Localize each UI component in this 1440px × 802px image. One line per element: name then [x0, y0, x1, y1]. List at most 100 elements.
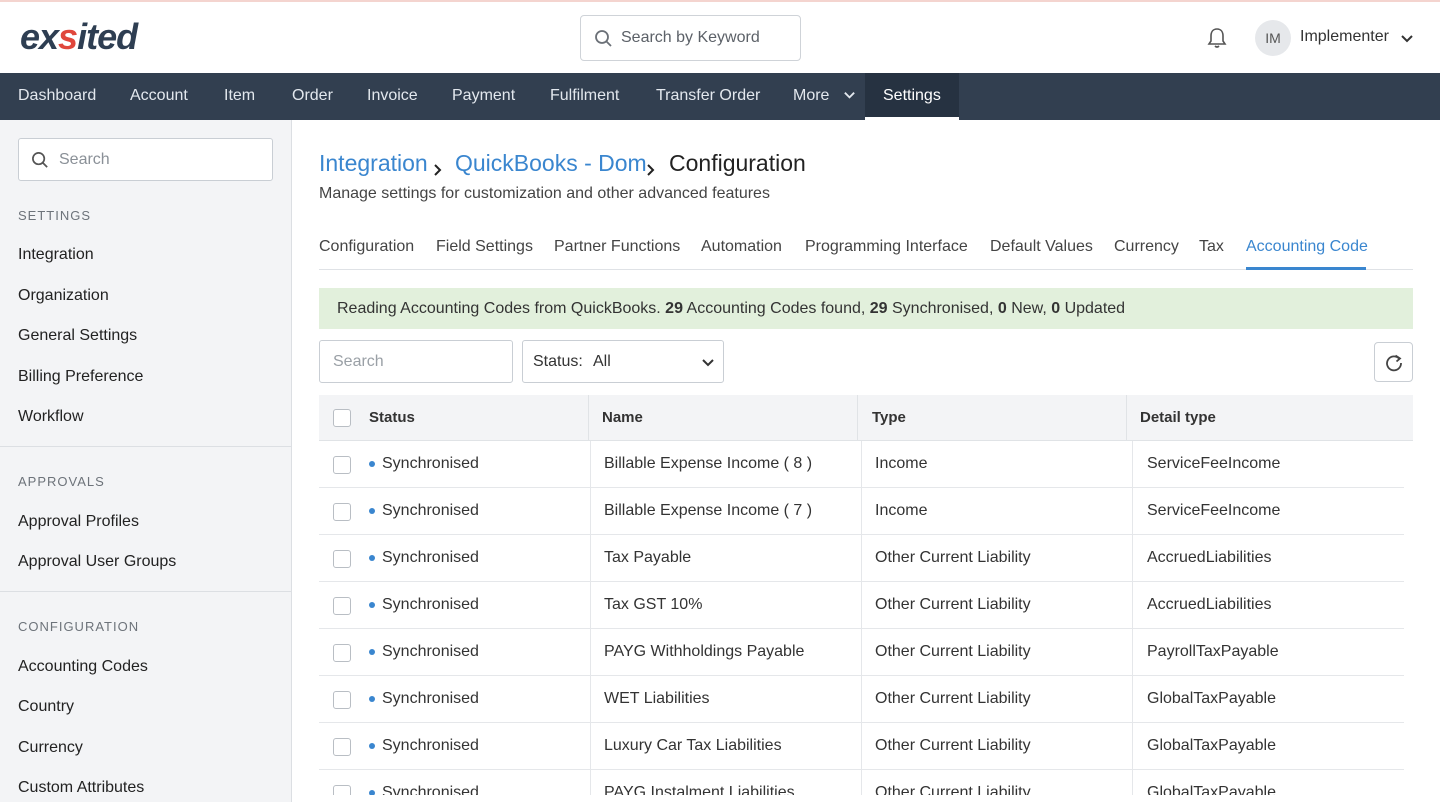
column-header-status[interactable]: Status [369, 409, 415, 426]
nav-item[interactable]: Item [224, 73, 255, 120]
column-divider [861, 676, 862, 723]
cell-type: Other Current Liability [875, 596, 1031, 613]
table-search-input[interactable] [333, 351, 503, 373]
status-filter-label: Status: [533, 353, 583, 370]
refresh-button[interactable] [1374, 342, 1413, 382]
breadcrumb-quickbooks[interactable]: QuickBooks - Dom [455, 150, 647, 177]
status-filter-select[interactable]: Status: All [522, 340, 724, 383]
tab-default-values[interactable]: Default Values [990, 238, 1093, 256]
chevron-down-icon[interactable] [1400, 32, 1414, 51]
row-checkbox[interactable] [333, 503, 351, 521]
sidebar-item-billing-preference[interactable]: Billing Preference [18, 368, 143, 386]
row-checkbox[interactable] [333, 644, 351, 662]
sidebar-item-approval-user-groups[interactable]: Approval User Groups [18, 553, 176, 571]
sidebar-item-country[interactable]: Country [18, 698, 74, 716]
tab-currency[interactable]: Currency [1114, 238, 1179, 256]
nav-fulfilment[interactable]: Fulfilment [550, 73, 619, 120]
logo[interactable]: exsited [20, 16, 138, 58]
cell-type: Other Current Liability [875, 737, 1031, 754]
sidebar-heading-configuration: CONFIGURATION [18, 619, 140, 634]
cell-detail-type: ServiceFeeIncome [1147, 502, 1281, 519]
nav-dashboard[interactable]: Dashboard [18, 73, 96, 120]
main-nav: Dashboard Account Item Order Invoice Pay… [0, 73, 1440, 120]
nav-invoice[interactable]: Invoice [367, 73, 418, 120]
sidebar-item-workflow[interactable]: Workflow [18, 408, 84, 426]
sidebar-item-organization[interactable]: Organization [18, 287, 109, 305]
cell-name: Luxury Car Tax Liabilities [604, 737, 782, 754]
chevron-down-icon[interactable] [843, 89, 856, 107]
tab-field-settings[interactable]: Field Settings [436, 238, 533, 256]
sidebar-item-currency[interactable]: Currency [18, 739, 83, 757]
sidebar-item-custom-attributes[interactable]: Custom Attributes [18, 779, 144, 797]
table-row[interactable]: Synchronised WET Liabilities Other Curre… [319, 676, 1404, 723]
row-checkbox[interactable] [333, 597, 351, 615]
status-dot [369, 649, 375, 655]
cell-status: Synchronised [382, 690, 479, 707]
column-divider [861, 723, 862, 770]
sidebar-search[interactable] [18, 138, 273, 181]
sidebar-heading-settings: SETTINGS [18, 208, 92, 223]
cell-detail-type: GlobalTaxPayable [1147, 784, 1276, 795]
row-checkbox[interactable] [333, 691, 351, 709]
tab-programming-interface[interactable]: Programming Interface [805, 238, 968, 256]
table-row[interactable]: Synchronised Tax GST 10% Other Current L… [319, 582, 1404, 629]
status-dot [369, 696, 375, 702]
tab-partner-functions[interactable]: Partner Functions [554, 238, 680, 256]
chevron-right-icon [646, 156, 656, 183]
keyword-search-input[interactable] [621, 26, 791, 50]
column-divider [1132, 629, 1133, 676]
row-checkbox[interactable] [333, 785, 351, 795]
column-header-name[interactable]: Name [602, 409, 643, 426]
sidebar-divider [0, 591, 292, 592]
table-row[interactable]: Synchronised PAYG Withholdings Payable O… [319, 629, 1404, 676]
table-row[interactable]: Synchronised Billable Expense Income ( 7… [319, 488, 1404, 535]
column-divider [1132, 723, 1133, 770]
tab-configuration[interactable]: Configuration [319, 238, 414, 256]
nav-account[interactable]: Account [130, 73, 188, 120]
row-checkbox[interactable] [333, 456, 351, 474]
select-all-checkbox[interactable] [333, 409, 351, 427]
sidebar-item-integration[interactable]: Integration [18, 246, 94, 264]
sidebar-search-input[interactable] [59, 149, 259, 171]
tab-automation[interactable]: Automation [701, 238, 782, 256]
bell-icon[interactable] [1205, 26, 1229, 55]
keyword-search[interactable] [580, 15, 801, 61]
column-divider [857, 395, 858, 441]
column-divider [590, 629, 591, 676]
table-row[interactable]: Synchronised Tax Payable Other Current L… [319, 535, 1404, 582]
column-header-detail-type[interactable]: Detail type [1140, 409, 1216, 426]
cell-name: PAYG Withholdings Payable [604, 643, 805, 660]
cell-name: WET Liabilities [604, 690, 710, 707]
nav-order[interactable]: Order [292, 73, 333, 120]
column-divider [861, 535, 862, 582]
table-search[interactable] [319, 340, 513, 383]
nav-payment[interactable]: Payment [452, 73, 515, 120]
nav-more[interactable]: More [793, 73, 829, 120]
table-row[interactable]: Synchronised PAYG Instalment Liabilities… [319, 770, 1404, 795]
accounting-codes-table: Status Name Type Detail type Synchronise… [319, 395, 1413, 795]
user-name[interactable]: Implementer [1300, 28, 1389, 46]
sidebar-item-approval-profiles[interactable]: Approval Profiles [18, 513, 139, 531]
nav-settings[interactable]: Settings [865, 73, 959, 120]
breadcrumb-integration[interactable]: Integration [319, 150, 428, 177]
tab-tax[interactable]: Tax [1199, 238, 1224, 256]
avatar[interactable]: IM [1255, 20, 1291, 56]
table-header: Status Name Type Detail type [319, 395, 1413, 441]
table-row[interactable]: Synchronised Luxury Car Tax Liabilities … [319, 723, 1404, 770]
sidebar-divider [0, 446, 292, 447]
sidebar-item-general-settings[interactable]: General Settings [18, 327, 137, 345]
column-header-type[interactable]: Type [872, 409, 906, 426]
cell-detail-type: PayrollTaxPayable [1147, 643, 1279, 660]
column-divider [1132, 535, 1133, 582]
column-divider [590, 535, 591, 582]
cell-status: Synchronised [382, 737, 479, 754]
status-dot [369, 508, 375, 514]
sidebar-item-accounting-codes[interactable]: Accounting Codes [18, 658, 148, 676]
cell-name: Billable Expense Income ( 7 ) [604, 502, 813, 519]
row-checkbox[interactable] [333, 738, 351, 756]
tab-accounting-code[interactable]: Accounting Code [1246, 238, 1368, 256]
row-checkbox[interactable] [333, 550, 351, 568]
table-row[interactable]: Synchronised Billable Expense Income ( 8… [319, 441, 1404, 488]
column-divider [590, 770, 591, 795]
nav-transfer-order[interactable]: Transfer Order [656, 73, 760, 120]
